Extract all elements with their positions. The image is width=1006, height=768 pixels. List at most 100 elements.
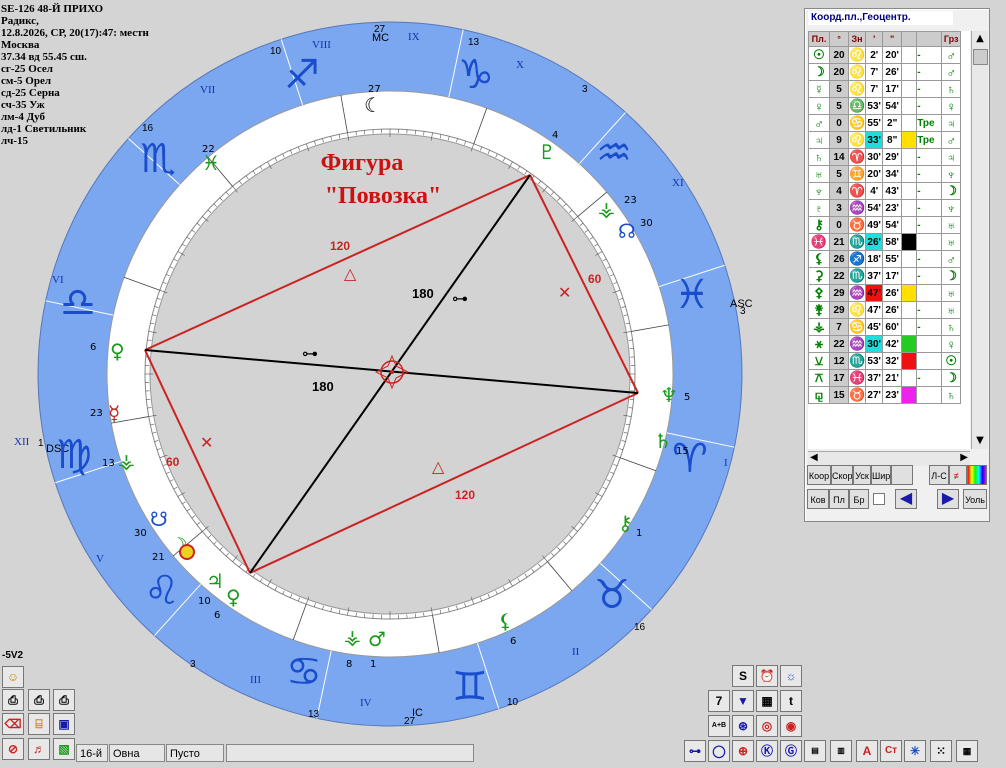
alarm-icon[interactable]: ⏰ [756,665,778,687]
latitude-button[interactable]: Шир [871,465,891,485]
vertical-scrollbar[interactable]: ▲ ▼ [971,31,988,449]
calendar-icon[interactable]: ▦ [756,690,778,712]
blank-button[interactable] [891,465,913,485]
previous-arrow-icon[interactable]: ◀ [895,489,917,509]
letter-a-icon[interactable]: A [856,740,878,762]
horizontal-scrollbar[interactable]: ◀ ▶ [808,451,970,466]
table-row[interactable]: ⚸ 26 ♐ 18' 55' - ♂ [808,250,962,268]
column-header[interactable]: Пл. [808,31,830,47]
table-row[interactable]: ☽ 20 ♌ 7' 26' - ♂ [808,63,962,81]
planet-coordinates-table[interactable]: Пл. ° Зн ' " Грз ☉ 20 ♌ 2' 20' - ♂ ☽ 20 ♌ 7' 26' - ♂ ☿… [808,31,970,449]
trine-glyph-bottom: △ [432,457,445,476]
aspect-label-diag2: 180 [312,379,334,394]
table-row[interactable]: ♅ 5 ♊ 20' 34' - ♆ [808,165,962,183]
circle-one-icon[interactable]: ◎ [756,715,778,737]
table-cell: ☉ [941,352,962,370]
table-row[interactable]: ♄ 14 ♈ 30' 29' - ♃ [808,148,962,166]
br-button[interactable]: Бр [849,489,869,509]
table-cell: - [916,46,943,64]
s-button[interactable]: S [732,665,754,687]
checkbox[interactable] [873,493,885,505]
table-row[interactable]: ⚵ 29 ♌ 47' 26' - ♅ [808,301,962,319]
table-icon[interactable]: ▥ [830,740,852,762]
table-cell: 30' [865,335,884,353]
kov-button[interactable]: Ков [807,489,829,509]
right-button[interactable]: Уоль [963,489,987,509]
scroll-thumb[interactable] [973,49,988,65]
folder-open-icon[interactable]: ⌸ [28,713,50,735]
circle-icon[interactable]: ◯ [708,740,730,762]
accel-button[interactable]: Уск [853,465,871,485]
table-cell: 26' [882,284,903,302]
t-button[interactable]: t [780,690,802,712]
table-row[interactable]: ⚴ 29 ♒ 47' 26' ♅ [808,284,962,302]
ls-button[interactable]: Л-С [929,465,949,485]
calendar-21-icon[interactable]: ▦ [956,740,978,762]
chart-icon[interactable]: ▧ [53,738,75,760]
table-cell: 2' [865,46,884,64]
table-row[interactable]: ⚺ 12 ♏ 53' 32' ☉ [808,352,962,370]
column-header[interactable]: Зн [847,31,867,47]
table-cell: 47' [865,284,884,302]
column-header[interactable]: ° [829,31,849,47]
table-row[interactable]: ⚷ 0 ♉ 49' 54' - ♅ [808,216,962,234]
outer-degree: 16 [634,622,646,633]
sun-rays-icon[interactable]: ☼ [780,665,802,687]
ab-button[interactable]: A+B [708,715,730,737]
asterisk-icon[interactable]: ✳ [904,740,926,762]
circle-two-icon[interactable]: ◉ [780,715,802,737]
down-chevron-icon[interactable]: ▼ [732,690,754,712]
table-row[interactable]: ⚶ 7 ♋ 45' 60' - ♄ [808,318,962,336]
letter-st-icon[interactable]: Ст [880,740,902,762]
wheel-icon[interactable]: ⊛ [732,715,754,737]
table-row[interactable]: ⚳ 22 ♏ 37' 17' - ☽ [808,267,962,285]
seven-button[interactable]: 7 [708,690,730,712]
target-icon[interactable]: ⊕ [732,740,754,762]
scroll-down-icon[interactable]: ▼ [972,433,988,449]
no-icon[interactable]: ⊘ [2,738,24,760]
table-row[interactable]: ♓ 21 ♏ 26' 58' ♅ [808,233,962,251]
planet-degree: 30 [640,218,653,229]
table-cell: 4' [865,182,884,200]
outer-degree: 3 [190,659,196,670]
scroll-left-icon[interactable]: ◀ [810,452,818,463]
scroll-right-icon[interactable]: ▶ [960,452,968,463]
column-header[interactable]: Грз [941,31,962,47]
coords-button[interactable]: Коор [807,465,831,485]
natal-chart-wheel[interactable]: Фигура "Повозка" 120 60 60 120 180 180 △… [0,0,790,768]
table-row[interactable]: ♆ 4 ♈ 4' 43' - ☽ [808,182,962,200]
table-row[interactable]: ☉ 20 ♌ 2' 20' - ♂ [808,46,962,64]
chain-icon[interactable]: ⊶ [684,740,706,762]
table-row[interactable]: ⚼ 15 ♉ 27' 23' ♄ [808,386,962,404]
eraser-icon[interactable]: ⌫ [2,713,24,735]
table-row[interactable]: ♇ 3 ♒ 54' 23' - ♆ [808,199,962,217]
color-palette-button[interactable] [967,465,987,485]
print3-icon[interactable]: ⎙ [53,689,75,711]
print2-icon[interactable]: ⎙ [28,689,50,711]
k-circle-icon[interactable]: Ⓚ [756,740,778,762]
scroll-up-icon[interactable]: ▲ [972,31,988,47]
pl-button[interactable]: Пл [829,489,849,509]
sign-icon-button[interactable]: ≢ [949,465,967,485]
next-arrow-icon[interactable]: ▶ [937,489,959,509]
column-header[interactable]: ' [865,31,884,47]
column-header[interactable]: " [882,31,903,47]
smiley-icon[interactable]: ☺ [2,666,24,688]
column-header[interactable] [901,31,918,47]
speed-button[interactable]: Скор [831,465,853,485]
table-row[interactable]: ♀ 5 ♎ 53' 54' - ♀ [808,97,962,115]
column-header[interactable] [916,31,943,47]
g-circle-icon[interactable]: Ⓖ [780,740,802,762]
table-cell: 5 [829,80,849,98]
table-row[interactable]: ⚻ 17 ♓ 37' 21' - ☽ [808,369,962,387]
print-icon[interactable]: ⎙ [2,689,24,711]
save-icon[interactable]: ▣ [53,713,75,735]
dice-icon[interactable]: ⁙ [930,740,952,762]
speaker-icon[interactable]: ♬ [28,738,50,760]
table-row[interactable]: ♂ 0 ♋ 55' 2" Тре ♃ [808,114,962,132]
chiron-icon: ⚷ [618,511,633,535]
table-row[interactable]: ♃ 9 ♌ 33' 8" Тре ♂ [808,131,962,149]
table-row[interactable]: ⚹ 22 ♒ 30' 42' ♀ [808,335,962,353]
table-row[interactable]: ☿ 5 ♌ 7' 17' - ♄ [808,80,962,98]
grid-icon[interactable]: ▤ [804,740,826,762]
